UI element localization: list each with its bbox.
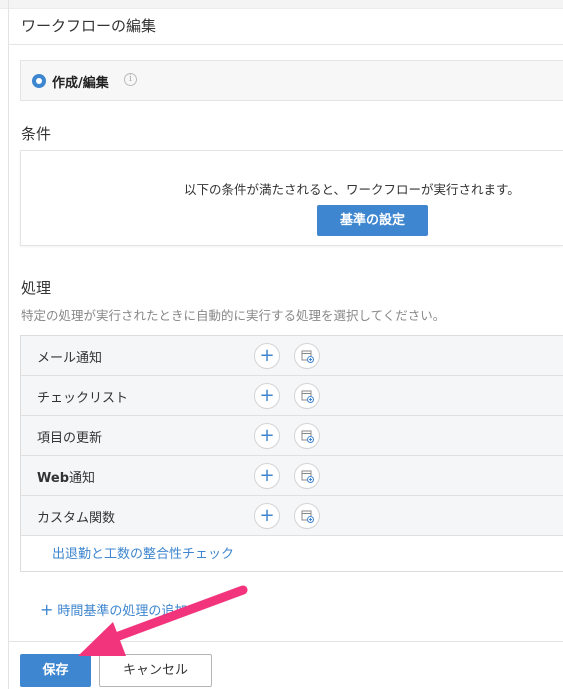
- action-row-custom-function: カスタム関数 +: [21, 496, 563, 536]
- add-time-based-action-link[interactable]: + 時間基準の処理の追加: [40, 600, 187, 619]
- action-row-checklist: チェックリスト +: [21, 376, 563, 416]
- left-border: [8, 0, 9, 689]
- action-label: カスタム関数: [37, 511, 116, 526]
- action-label: Web通知: [37, 467, 95, 486]
- plus-icon: +: [40, 600, 54, 619]
- actions-description: 特定の処理が実行されたときに自動的に実行する処理を選択してください。: [21, 308, 446, 323]
- actions-heading: 処理: [21, 279, 52, 297]
- associate-checklist-icon[interactable]: [294, 383, 320, 409]
- cancel-button[interactable]: キャンセル: [99, 654, 212, 687]
- add-checklist-plus-icon[interactable]: +: [254, 383, 280, 409]
- save-button[interactable]: 保存: [20, 654, 91, 687]
- add-field-update-plus-icon[interactable]: +: [254, 423, 280, 449]
- trigger-box: 作成/編集 i: [20, 60, 563, 101]
- associate-custom-function-icon[interactable]: [294, 503, 320, 529]
- add-time-based-label: 時間基準の処理の追加: [57, 604, 188, 619]
- associate-email-icon[interactable]: [294, 343, 320, 369]
- top-strip: [0, 0, 563, 9]
- conditions-heading: 条件: [21, 125, 52, 143]
- action-label-bold: Web: [37, 471, 69, 486]
- action-row-web-notification: Web通知 +: [21, 456, 563, 496]
- footer-divider: [8, 641, 563, 642]
- action-row-field-update: 項目の更新 +: [21, 416, 563, 456]
- trigger-radio[interactable]: [32, 74, 46, 88]
- add-web-notification-plus-icon[interactable]: +: [254, 463, 280, 489]
- action-label: チェックリスト: [37, 391, 129, 406]
- conditions-description: 以下の条件が満たされると、ワークフローが実行されます。: [184, 182, 520, 197]
- conditions-box: 以下の条件が満たされると、ワークフローが実行されます。 基準の設定: [20, 150, 563, 246]
- consistency-check-link[interactable]: 出退勤と工数の整合性チェック: [52, 543, 234, 562]
- title-divider: [8, 44, 563, 45]
- actions-table: メール通知 + チェックリスト + 項目の更新 + Web通知 + カスタム関数…: [20, 335, 563, 572]
- trigger-label: 作成/編集: [52, 76, 109, 91]
- associate-field-update-icon[interactable]: [294, 423, 320, 449]
- action-label: 項目の更新: [37, 431, 103, 446]
- action-label-rest: 通知: [69, 471, 96, 486]
- info-icon[interactable]: i: [124, 73, 137, 86]
- add-custom-function-plus-icon[interactable]: +: [254, 503, 280, 529]
- add-email-plus-icon[interactable]: +: [254, 343, 280, 369]
- page-title: ワークフローの編集: [21, 17, 157, 35]
- action-label: メール通知: [37, 351, 103, 366]
- action-row-email: メール通知 +: [21, 336, 563, 376]
- set-criteria-button[interactable]: 基準の設定: [317, 205, 428, 236]
- associate-web-notification-icon[interactable]: [294, 463, 320, 489]
